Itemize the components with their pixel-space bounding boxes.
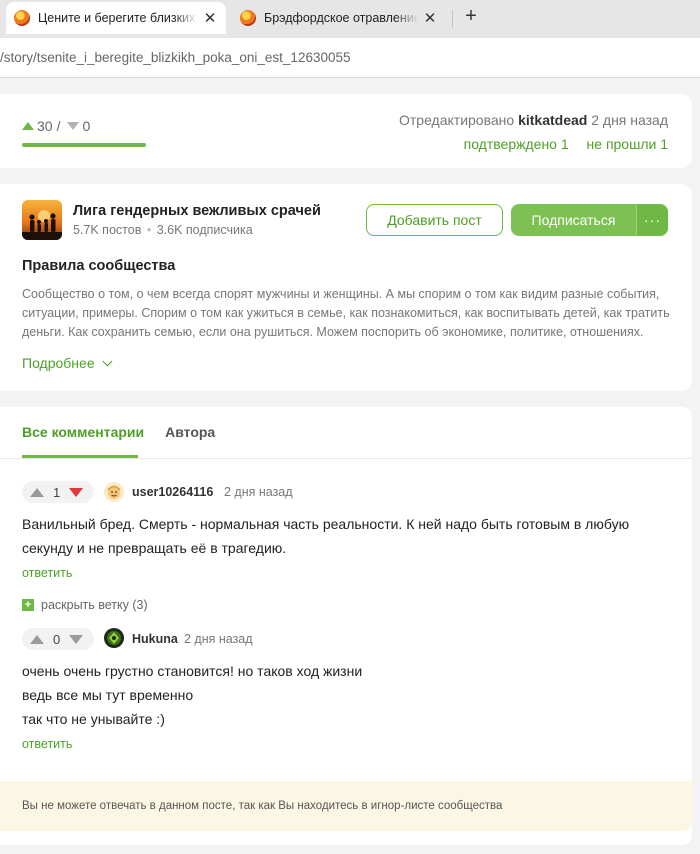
edited-user-link[interactable]: kitkatdead <box>518 112 587 128</box>
tab-divider <box>452 10 453 28</box>
community-posts: 5.7K постов <box>73 223 142 237</box>
upvote-icon[interactable] <box>30 634 44 644</box>
comment-line: ведь все мы тут временно <box>22 687 194 703</box>
url-text[interactable]: /story/tsenite_i_beregite_blizkikh_poka_… <box>0 50 351 65</box>
subscribe-button-group: Подписаться ··· <box>511 204 668 236</box>
comment-text: Ванильный бред. Смерть - нормальная част… <box>22 512 672 560</box>
upvote-count: 30 <box>37 118 53 134</box>
comment-time: 2 дня назад <box>224 485 293 499</box>
comment-rating: 0 <box>22 628 94 650</box>
vote-ratio-bar <box>22 143 146 147</box>
plus-icon: + <box>22 599 34 611</box>
edited-prefix: Отредактировано <box>398 112 515 128</box>
votes-separator: / <box>56 118 61 134</box>
downvote-icon[interactable] <box>69 487 84 497</box>
comment-time: 2 дня назад <box>184 632 253 646</box>
close-tab-icon[interactable]: ✕ <box>422 9 438 27</box>
rules-text: Сообщество о том, о чем всегда спорят му… <box>22 287 670 339</box>
more-options-icon[interactable]: ··· <box>636 204 668 236</box>
tab-title: Брэдфордское отравление сладостями <box>264 11 418 25</box>
downvote-icon[interactable] <box>67 122 80 130</box>
comment-line: Ванильный бред. Смерть - нормальная част… <box>22 516 630 532</box>
avatar[interactable] <box>104 482 124 502</box>
reply-link[interactable]: ответить <box>22 566 72 580</box>
tab-all-comments[interactable]: Все комментарии <box>22 424 144 440</box>
comments-card <box>0 407 692 845</box>
subscribe-button[interactable]: Подписаться <box>511 212 636 228</box>
comment-username[interactable]: Hukuna <box>132 632 178 646</box>
divider <box>0 458 692 459</box>
confirmed-link[interactable]: подтверждено 1 <box>464 136 569 152</box>
not-passed-link[interactable]: не прошли 1 <box>587 136 668 152</box>
upvote-icon[interactable] <box>22 122 34 130</box>
new-tab-plus-icon[interactable]: + <box>460 6 482 28</box>
rules-title: Правила сообщества <box>22 258 176 274</box>
reply-link[interactable]: ответить <box>22 737 72 751</box>
address-bar[interactable]: /story/tsenite_i_beregite_blizkikh_poka_… <box>0 38 700 78</box>
post-rating-card: 30 / 0 Отредактировано kitkatdead 2 дня … <box>0 94 692 168</box>
more-details-link[interactable]: Подробнее <box>22 355 113 371</box>
ignore-list-notice: Вы не можете отвечать в данном посте, та… <box>0 781 692 831</box>
more-details-label: Подробнее <box>22 355 95 371</box>
avatar[interactable] <box>104 628 124 648</box>
comment-rating-value: 0 <box>53 631 61 647</box>
community-name[interactable]: Лига гендерных вежливых срачей <box>73 203 321 219</box>
edited-info: Отредактировано kitkatdead 2 дня назад <box>399 112 668 128</box>
comment-line: так что не унывайте :) <box>22 711 165 727</box>
moderation-info: подтверждено 1 не прошли 1 <box>450 136 668 152</box>
chevron-down-icon <box>102 356 113 366</box>
comment-username[interactable]: user10264116 <box>132 485 213 499</box>
downvote-icon[interactable] <box>69 634 84 644</box>
post-votes: 30 / 0 <box>22 118 90 134</box>
downvote-count: 0 <box>82 118 91 134</box>
community-avatar[interactable] <box>22 200 62 240</box>
comment-rating: 1 <box>22 481 94 503</box>
comment-line: секунду и не превращать её в трагедию. <box>22 540 287 556</box>
browser-tab[interactable]: Брэдфордское отравление сладостями ✕ <box>232 2 446 34</box>
browser-tab-active[interactable]: Цените и берегите близких, пока они есть… <box>6 2 226 34</box>
expand-branch[interactable]: + раскрыть ветку (3) <box>22 598 148 612</box>
comment-rating-value: 1 <box>53 484 61 500</box>
close-tab-icon[interactable]: ✕ <box>202 9 218 27</box>
notice-text: Вы не можете отвечать в данном посте, та… <box>22 800 503 812</box>
expand-branch-label: раскрыть ветку (3) <box>41 598 148 612</box>
tab-title: Цените и берегите близких, пока они есть <box>38 11 198 25</box>
comments-tabs: Все комментарии Автора <box>22 424 215 440</box>
comment-text: очень очень грустно становится! но таков… <box>22 659 672 731</box>
edited-time: 2 дня назад <box>591 112 668 128</box>
community-stats: 5.7K постов • 3.6K подписчика <box>73 223 253 237</box>
browser-tab-bar: Цените и берегите близких, пока они есть… <box>0 0 700 38</box>
stats-dot: • <box>146 223 152 237</box>
site-favicon-icon <box>240 10 256 26</box>
tab-author-comments[interactable]: Автора <box>165 424 215 440</box>
add-post-button[interactable]: Добавить пост <box>366 204 503 236</box>
site-favicon-icon <box>14 10 30 26</box>
upvote-icon[interactable] <box>30 487 44 497</box>
community-subscribers: 3.6K подписчика <box>156 223 253 237</box>
comment-line: очень очень грустно становится! но таков… <box>22 663 363 679</box>
